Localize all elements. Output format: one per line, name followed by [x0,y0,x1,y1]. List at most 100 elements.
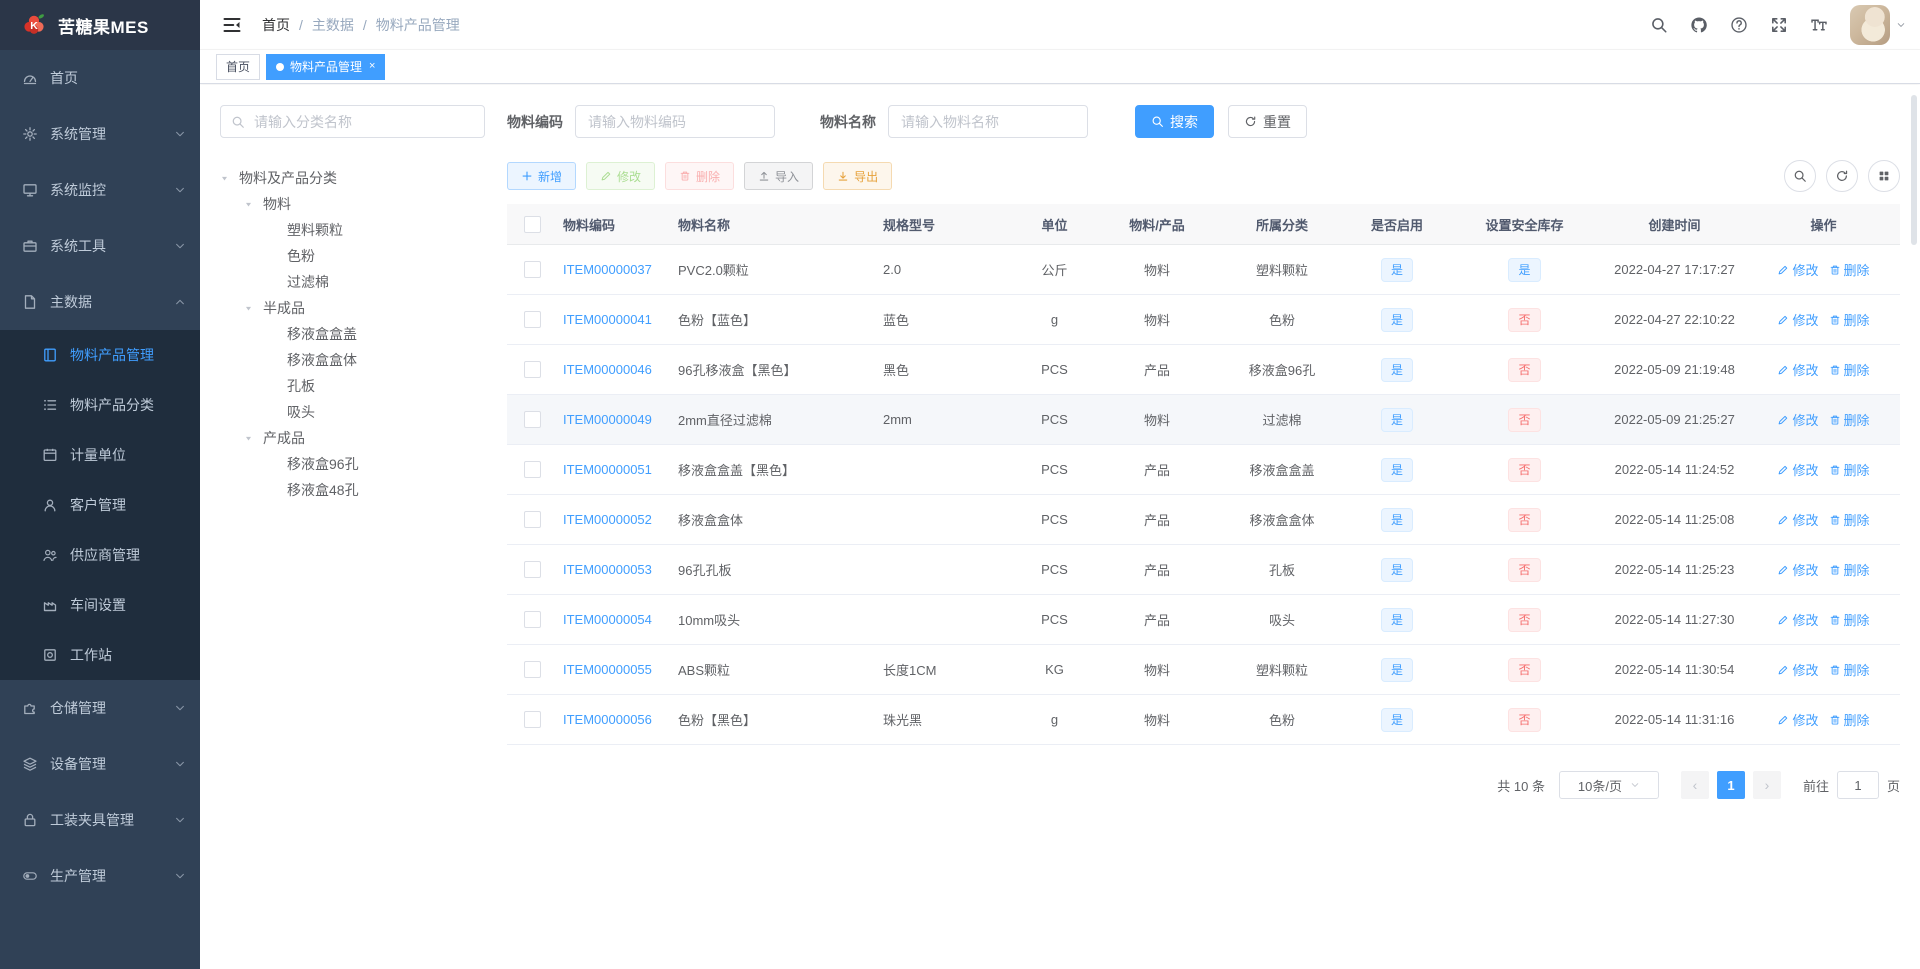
page-1-button[interactable]: 1 [1716,771,1745,799]
row-edit-button[interactable]: 修改 [1777,410,1819,429]
row-edit-button[interactable]: 修改 [1777,660,1819,679]
row-edit-button[interactable]: 修改 [1777,360,1819,379]
row-checkbox[interactable] [523,511,541,528]
row-edit-button[interactable]: 修改 [1777,260,1819,279]
row-checkbox[interactable] [523,411,541,428]
caret-icon[interactable] [244,301,263,315]
material-code-link[interactable]: ITEM00000041 [563,312,652,327]
app-logo[interactable]: K 苦糖果MES [0,0,200,50]
tree-node[interactable]: 过滤棉 [220,269,485,295]
question-button[interactable] [1722,8,1756,42]
row-delete-button[interactable]: 删除 [1829,410,1870,429]
tree-node[interactable]: 移液盒48孔 [220,477,485,503]
prev-page-button[interactable]: ‹ [1680,771,1709,799]
sidebar-item-material-product-mgmt[interactable]: 物料产品管理 [0,330,200,380]
row-edit-button[interactable]: 修改 [1777,710,1819,729]
row-delete-button[interactable]: 删除 [1829,460,1870,479]
material-code-link[interactable]: ITEM00000049 [563,412,652,427]
material-code-link[interactable]: ITEM00000056 [563,712,652,727]
goto-page-input[interactable] [1836,771,1879,799]
material-code-link[interactable]: ITEM00000055 [563,662,652,677]
material-code-link[interactable]: ITEM00000052 [563,512,652,527]
add-button[interactable]: 新增 [507,162,577,190]
table-row[interactable]: ITEM00000055 ABS颗粒 长度1CM KG 物料 塑料颗粒 是 否 2022-05-… [507,645,1900,695]
tree-node[interactable]: 半成品 [220,295,485,321]
row-edit-button[interactable]: 修改 [1777,460,1819,479]
search-button[interactable]: 搜索 [1135,105,1214,138]
category-search-input[interactable] [252,112,474,131]
github-button[interactable] [1682,8,1716,42]
row-delete-button[interactable]: 删除 [1829,560,1870,579]
scrollbar-thumb[interactable] [1911,95,1917,245]
row-delete-button[interactable]: 删除 [1829,260,1870,279]
columns-button[interactable] [1868,160,1900,192]
row-checkbox[interactable] [523,611,541,628]
sidebar-item-measure-unit[interactable]: 计量单位 [0,430,200,480]
table-row[interactable]: ITEM00000056 色粉【黑色】 珠光黑 g 物料 色粉 是 否 2022-05-14 1… [507,695,1900,745]
hide-search-button[interactable] [1784,160,1816,192]
row-checkbox[interactable] [523,561,541,578]
close-icon[interactable]: × [369,61,375,72]
row-edit-button[interactable]: 修改 [1777,510,1819,529]
table-row[interactable]: ITEM00000049 2mm直径过滤棉 2mm PCS 物料 过滤棉 是 否 2022-05… [507,395,1900,445]
tree-node[interactable]: 产成品 [220,425,485,451]
tree-node[interactable]: 吸头 [220,399,485,425]
tree-node[interactable]: 移液盒盒体 [220,347,485,373]
row-checkbox[interactable] [523,261,541,278]
tree-node[interactable]: 色粉 [220,243,485,269]
sidebar-item-customer-mgmt[interactable]: 客户管理 [0,480,200,530]
material-code-link[interactable]: ITEM00000053 [563,562,652,577]
row-delete-button[interactable]: 删除 [1829,510,1870,529]
export-button[interactable]: 导出 [823,162,893,190]
sidebar-item-supplier-mgmt[interactable]: 供应商管理 [0,530,200,580]
breadcrumb-item[interactable]: 首页 [262,15,290,35]
material-name-input[interactable] [888,105,1088,138]
table-row[interactable]: ITEM00000053 96孔孔板 PCS 产品 孔板 是 否 2022-05-14 11:… [507,545,1900,595]
tree-node[interactable]: 移液盒盒盖 [220,321,485,347]
row-checkbox[interactable] [523,361,541,378]
caret-icon[interactable] [244,431,263,445]
table-row[interactable]: ITEM00000041 色粉【蓝色】 蓝色 g 物料 色粉 是 否 2022-04-27 22… [507,295,1900,345]
font-size-button[interactable] [1802,8,1836,42]
row-checkbox[interactable] [523,461,541,478]
caret-icon[interactable] [244,197,263,211]
sidebar-item-system-monitor[interactable]: 系统监控 [0,162,200,218]
tab-material-product-mgmt[interactable]: 物料产品管理 × [266,53,386,80]
table-row[interactable]: ITEM00000046 96孔移液盒【黑色】 黑色 PCS 产品 移液盒96孔 是 否 202… [507,345,1900,395]
tree-node[interactable]: 物料及产品分类 [220,165,485,191]
reset-button[interactable]: 重置 [1228,105,1307,138]
tree-node[interactable]: 移液盒96孔 [220,451,485,477]
select-all-checkbox[interactable] [523,215,541,233]
menu-fold-icon[interactable] [216,9,248,41]
sidebar-item-equipment-mgmt[interactable]: 设备管理 [0,736,200,792]
sidebar-item-system-mgmt[interactable]: 系统管理 [0,106,200,162]
tree-node[interactable]: 孔板 [220,373,485,399]
material-code-link[interactable]: ITEM00000037 [563,262,652,277]
refresh-button[interactable] [1826,160,1858,192]
sidebar-item-system-tools[interactable]: 系统工具 [0,218,200,274]
row-edit-button[interactable]: 修改 [1777,560,1819,579]
import-button[interactable]: 导入 [744,162,814,190]
table-row[interactable]: ITEM00000051 移液盒盒盖【黑色】 PCS 产品 移液盒盒盖 是 否 2022-05… [507,445,1900,495]
sidebar-item-home[interactable]: 首页 [0,50,200,106]
caret-icon[interactable] [220,171,239,185]
search-button[interactable] [1642,8,1676,42]
row-checkbox[interactable] [523,661,541,678]
material-code-link[interactable]: ITEM00000051 [563,462,652,477]
row-delete-button[interactable]: 删除 [1829,310,1870,329]
row-delete-button[interactable]: 删除 [1829,710,1870,729]
sidebar-item-workstation[interactable]: 工作站 [0,630,200,680]
sidebar-item-warehouse-mgmt[interactable]: 仓储管理 [0,680,200,736]
material-code-link[interactable]: ITEM00000054 [563,612,652,627]
sidebar-item-master-data[interactable]: 主数据 [0,274,200,330]
table-row[interactable]: ITEM00000052 移液盒盒体 PCS 产品 移液盒盒体 是 否 2022-05-14 … [507,495,1900,545]
sidebar-item-fixture-mgmt[interactable]: 工装夹具管理 [0,792,200,848]
row-edit-button[interactable]: 修改 [1777,310,1819,329]
user-menu[interactable] [1850,4,1906,45]
table-row[interactable]: ITEM00000037 PVC2.0颗粒 2.0 公斤 物料 塑料颗粒 是 是 2022-04… [507,245,1900,295]
page-size-select[interactable]: 10条/页 [1558,771,1659,799]
sidebar-item-material-product-category[interactable]: 物料产品分类 [0,380,200,430]
row-checkbox[interactable] [523,711,541,728]
row-delete-button[interactable]: 删除 [1829,610,1870,629]
sidebar-item-production-mgmt[interactable]: 生产管理 [0,848,200,904]
